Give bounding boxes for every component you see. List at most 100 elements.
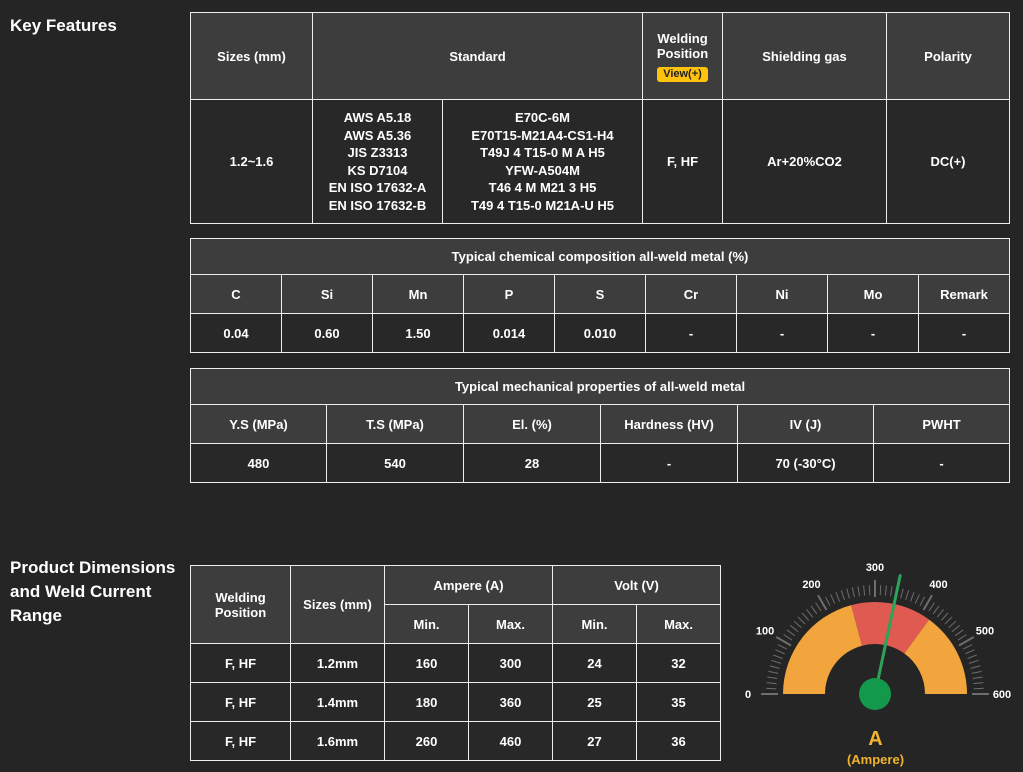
col-header-welding-position: Welding Position View(+) (642, 12, 723, 100)
current-table-header-row-1: Welding Position Sizes (mm) Ampere (A) V… (190, 565, 722, 644)
svg-text:600: 600 (993, 689, 1011, 701)
value-remark: - (917, 313, 1011, 353)
standard-item: E70T15-M21A4-CS1-H4 (471, 127, 614, 143)
polarity-value: DC(+) (886, 99, 1010, 224)
value-p: 0.014 (463, 313, 555, 353)
standard-item: YFW-A504M (505, 162, 580, 178)
size-value: 1.4mm (290, 682, 385, 722)
value-cr: - (645, 313, 737, 353)
mechanical-table-title-row: Typical mechanical properties of all-wel… (189, 368, 1011, 405)
col-header-shielding-gas: Shielding gas (722, 12, 887, 100)
view-plus-button[interactable]: View(+) (657, 66, 708, 82)
gauge-unit-label: A (868, 728, 883, 750)
value-pwht: - (872, 443, 1011, 483)
product-dimensions-heading: Product Dimensions and Weld Current Rang… (10, 558, 176, 625)
col-header-el: El. (%) (463, 404, 601, 444)
standard-item: T49J 4 T15-0 M A H5 (480, 145, 605, 160)
table-row: F, HF 1.6mm 260 460 27 36 (190, 721, 722, 761)
size-value: 1.2mm (290, 643, 385, 683)
col-header-c: C (190, 274, 282, 314)
volt-min-value: 25 (552, 682, 638, 722)
standard-item: T49 4 T15-0 M21A-U H5 (470, 197, 615, 213)
col-header-iv: IV (J) (737, 404, 874, 444)
standard-item: EN ISO 17632-A (328, 180, 427, 195)
chemical-table-title: Typical chemical composition all-weld me… (189, 238, 1011, 275)
position-value: F, HF (190, 643, 291, 683)
standard-item: E70C-6M (515, 110, 570, 125)
standard-item: AWS A5.36 (343, 127, 412, 143)
value-iv: 70 (-30°C) (737, 443, 874, 483)
table-row: F, HF 1.4mm 180 360 25 35 (190, 682, 722, 722)
chemical-table-header-row: C Si Mn P S Cr Ni Mo Remark (190, 274, 1011, 314)
col-header-ys: Y.S (MPa) (190, 404, 327, 444)
size-value: 1.6mm (290, 721, 385, 761)
standard-list-right: E70C-6M E70T15-M21A4-CS1-H4 T49J 4 T15-0… (442, 99, 643, 224)
col-header-volt: Volt (V) (552, 565, 722, 605)
col-header-standard: Standard (312, 12, 643, 100)
col-header-mn: Mn (372, 274, 464, 314)
standard-list-left: AWS A5.18 AWS A5.36 JIS Z3313 KS D7104 E… (312, 99, 443, 224)
standard-item: KS D7104 (347, 162, 408, 178)
col-header-si: Si (281, 274, 373, 314)
svg-text:500: 500 (976, 626, 994, 638)
col-header-pwht: PWHT (872, 404, 1011, 444)
chemical-composition-table: Typical chemical composition all-weld me… (189, 238, 1011, 353)
value-ts: 540 (326, 443, 464, 483)
amp-min-value: 180 (384, 682, 469, 722)
svg-text:0: 0 (745, 689, 751, 701)
col-header-volt-max: Max. (636, 604, 722, 644)
col-header-cr: Cr (645, 274, 737, 314)
col-header-mo: Mo (827, 274, 919, 314)
value-s: 0.010 (554, 313, 646, 353)
chemical-table-title-row: Typical chemical composition all-weld me… (189, 238, 1011, 275)
volt-min-value: 27 (552, 721, 638, 761)
value-si: 0.60 (281, 313, 373, 353)
mechanical-properties-table: Typical mechanical properties of all-wel… (189, 368, 1011, 483)
weld-current-table: Welding Position Sizes (mm) Ampere (A) V… (190, 565, 722, 761)
volt-min-value: 24 (552, 643, 638, 683)
col-header-s: S (554, 274, 646, 314)
mechanical-table-value-row: 480 540 28 - 70 (-30°C) - (190, 443, 1011, 483)
volt-max-value: 35 (636, 682, 722, 722)
shielding-gas-value: Ar+20%CO2 (722, 99, 887, 224)
col-header-ni: Ni (736, 274, 828, 314)
gauge-dial: 0 100 200 300 400 500 600 (745, 562, 1011, 710)
amp-max-value: 460 (467, 721, 554, 761)
svg-text:100: 100 (756, 626, 774, 638)
value-c: 0.04 (190, 313, 282, 353)
col-header-hardness: Hardness (HV) (600, 404, 738, 444)
volt-max-value: 36 (636, 721, 722, 761)
spec-table: Sizes (mm) Standard Welding Position Vie… (190, 12, 1010, 224)
position-value: F, HF (190, 682, 291, 722)
col-header-sizes: Sizes (mm) (190, 12, 313, 100)
chemical-table-value-row: 0.04 0.60 1.50 0.014 0.010 - - - - (190, 313, 1011, 353)
svg-text:200: 200 (802, 579, 820, 591)
svg-text:400: 400 (929, 579, 947, 591)
key-features-heading: Key Features (10, 16, 117, 35)
ampere-gauge: 0 100 200 300 400 500 600 A (Ampere) (733, 552, 1018, 767)
col-header-polarity: Polarity (886, 12, 1010, 100)
value-mn: 1.50 (372, 313, 464, 353)
value-ys: 480 (190, 443, 327, 483)
amp-max-value: 300 (467, 643, 554, 683)
gauge-unit-caption: (Ampere) (846, 752, 905, 767)
standard-item: EN ISO 17632-B (328, 197, 427, 213)
standard-item: T46 4 M M21 3 H5 (488, 180, 597, 195)
welding-position-value: F, HF (642, 99, 723, 224)
value-hardness: - (600, 443, 738, 483)
volt-max-value: 32 (636, 643, 722, 683)
col-header-remark: Remark (917, 274, 1011, 314)
standard-item: JIS Z3313 (347, 145, 408, 160)
amp-min-value: 160 (384, 643, 469, 683)
col-header-volt-min: Min. (552, 604, 638, 644)
col-header-amp-min: Min. (384, 604, 469, 644)
mechanical-table-header-row: Y.S (MPa) T.S (MPa) El. (%) Hardness (HV… (190, 404, 1011, 444)
spec-header-row: Sizes (mm) Standard Welding Position Vie… (190, 12, 1010, 100)
col-header-p: P (463, 274, 555, 314)
spec-data-row: 1.2~1.6 AWS A5.18 AWS A5.36 JIS Z3313 KS… (190, 99, 1010, 224)
sizes-value: 1.2~1.6 (190, 99, 313, 224)
standard-item: AWS A5.18 (343, 110, 412, 125)
col-header-ampere: Ampere (A) (383, 565, 554, 605)
welding-position-header-label: Welding Position (656, 30, 709, 61)
value-mo: - (827, 313, 919, 353)
